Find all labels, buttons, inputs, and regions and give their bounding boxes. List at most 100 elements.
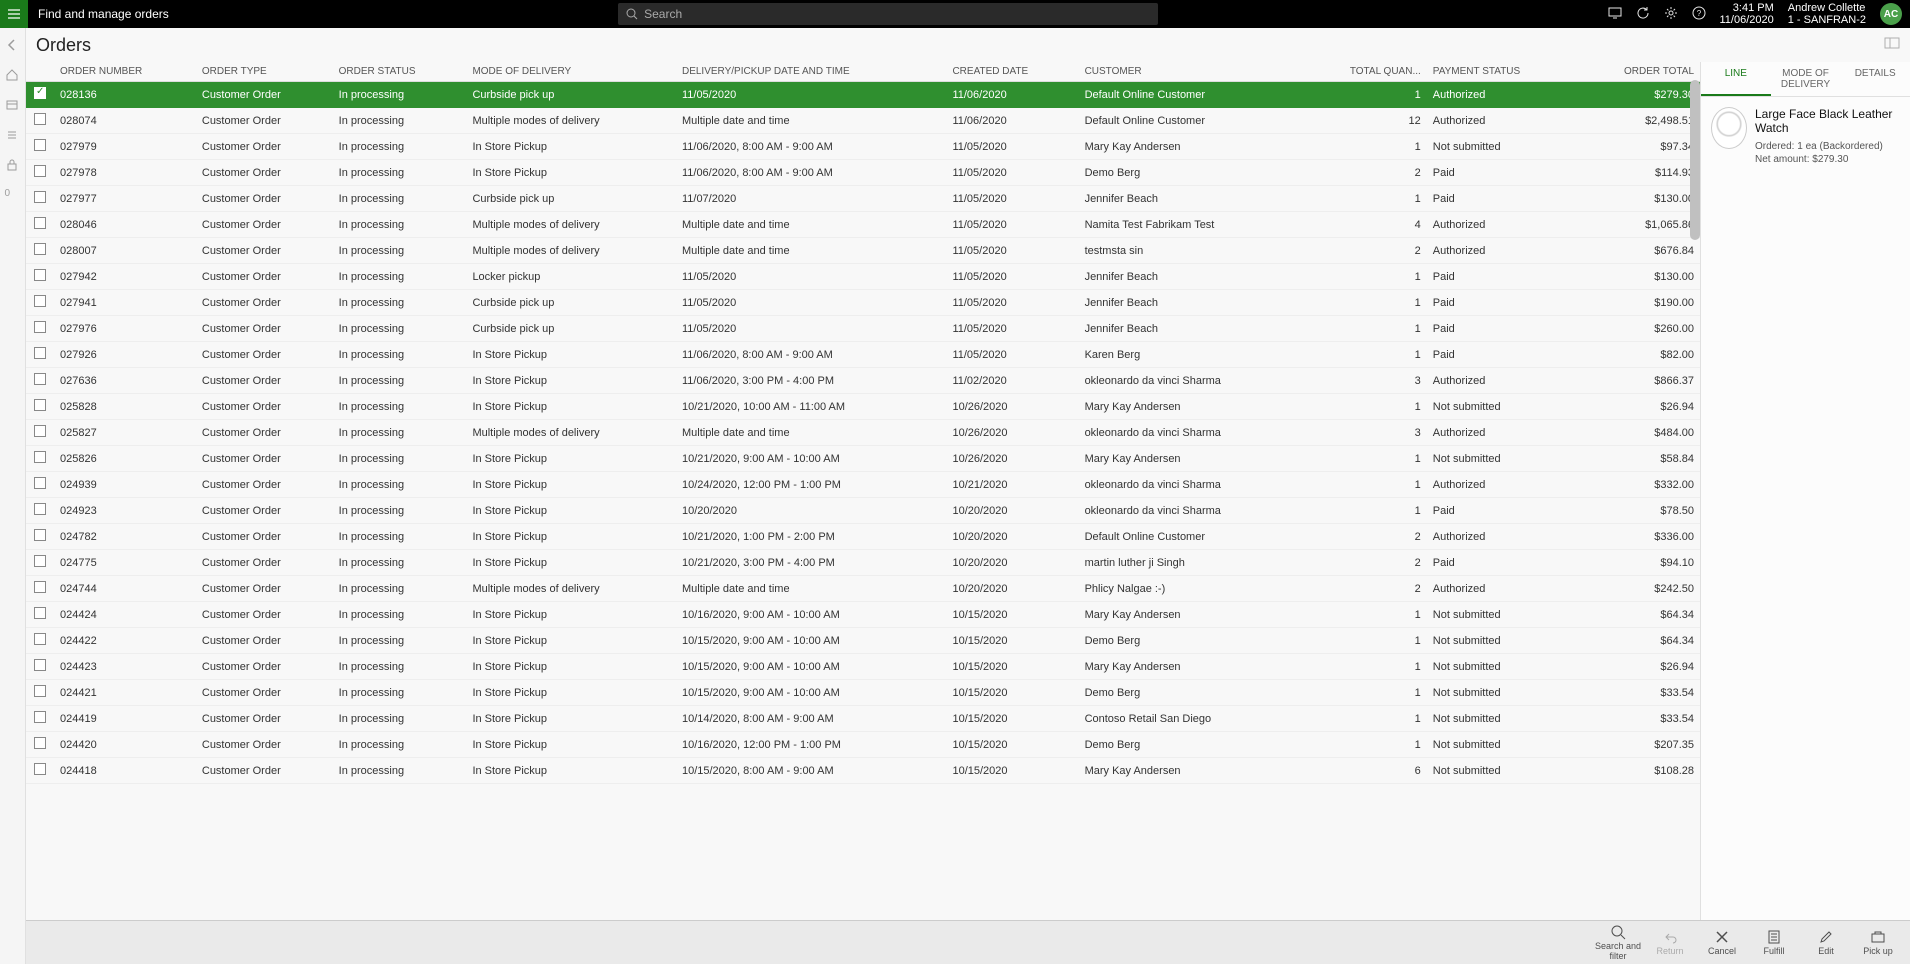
cell-delivery-dt: 10/21/2020, 3:00 PM - 4:00 PM: [676, 550, 946, 576]
table-row[interactable]: 024775Customer OrderIn processingIn Stor…: [26, 550, 1700, 576]
cell-customer: Mary Kay Andersen: [1079, 758, 1302, 784]
cell-order-status: In processing: [333, 472, 467, 498]
table-row[interactable]: 027636Customer OrderIn processingIn Stor…: [26, 368, 1700, 394]
col-created[interactable]: CREATED DATE: [946, 62, 1078, 82]
col-mode[interactable]: MODE OF DELIVERY: [466, 62, 676, 82]
row-checkbox[interactable]: [34, 607, 46, 619]
col-customer[interactable]: CUSTOMER: [1079, 62, 1302, 82]
row-checkbox[interactable]: [34, 139, 46, 151]
table-row[interactable]: 024421Customer OrderIn processingIn Stor…: [26, 680, 1700, 706]
edit-button[interactable]: Edit: [1800, 924, 1852, 961]
search-input[interactable]: Search: [618, 3, 1158, 25]
row-checkbox[interactable]: [34, 347, 46, 359]
row-checkbox[interactable]: [34, 503, 46, 515]
row-checkbox[interactable]: [34, 685, 46, 697]
row-checkbox[interactable]: [34, 633, 46, 645]
col-total[interactable]: ORDER TOTAL: [1576, 62, 1700, 82]
row-checkbox[interactable]: [34, 581, 46, 593]
row-checkbox[interactable]: [34, 711, 46, 723]
scrollbar-thumb[interactable]: [1690, 80, 1700, 240]
table-row[interactable]: 028046Customer OrderIn processingMultipl…: [26, 212, 1700, 238]
cell-delivery-dt: 10/21/2020, 9:00 AM - 10:00 AM: [676, 446, 946, 472]
cell-total: $114.93: [1576, 160, 1700, 186]
refresh-icon[interactable]: [1636, 6, 1650, 23]
row-checkbox[interactable]: [34, 477, 46, 489]
cell-mode: In Store Pickup: [466, 368, 676, 394]
table-row[interactable]: 027979Customer OrderIn processingIn Stor…: [26, 134, 1700, 160]
cell-mode: Multiple modes of delivery: [466, 238, 676, 264]
gear-icon[interactable]: [1664, 6, 1678, 23]
list-icon[interactable]: [5, 128, 21, 144]
table-row[interactable]: 028074Customer OrderIn processingMultipl…: [26, 108, 1700, 134]
col-qty[interactable]: TOTAL QUAN...: [1302, 62, 1427, 82]
row-checkbox[interactable]: [34, 555, 46, 567]
row-checkbox[interactable]: [34, 295, 46, 307]
home-icon[interactable]: [5, 68, 21, 84]
table-row[interactable]: 025827Customer OrderIn processingMultipl…: [26, 420, 1700, 446]
row-checkbox[interactable]: [34, 425, 46, 437]
row-checkbox[interactable]: [34, 659, 46, 671]
search-button[interactable]: Search and filter: [1592, 924, 1644, 961]
help-icon[interactable]: ?: [1692, 6, 1706, 23]
table-row[interactable]: 024422Customer OrderIn processingIn Stor…: [26, 628, 1700, 654]
col-order-number[interactable]: ORDER NUMBER: [54, 62, 196, 82]
cancel-button[interactable]: Cancel: [1696, 924, 1748, 961]
table-row[interactable]: 024744Customer OrderIn processingMultipl…: [26, 576, 1700, 602]
table-row[interactable]: 027976Customer OrderIn processingCurbsid…: [26, 316, 1700, 342]
cell-order-number: 024782: [54, 524, 196, 550]
row-checkbox[interactable]: [34, 399, 46, 411]
table-row[interactable]: 024418Customer OrderIn processingIn Stor…: [26, 758, 1700, 784]
row-checkbox[interactable]: [34, 269, 46, 281]
monitor-icon[interactable]: [1608, 6, 1622, 23]
table-row[interactable]: 028007Customer OrderIn processingMultipl…: [26, 238, 1700, 264]
table-row[interactable]: 027926Customer OrderIn processingIn Stor…: [26, 342, 1700, 368]
row-checkbox[interactable]: [34, 191, 46, 203]
table-row[interactable]: 024782Customer OrderIn processingIn Stor…: [26, 524, 1700, 550]
row-checkbox[interactable]: [34, 217, 46, 229]
pickup-button[interactable]: Pick up: [1852, 924, 1904, 961]
table-row[interactable]: 027942Customer OrderIn processingLocker …: [26, 264, 1700, 290]
col-payment[interactable]: PAYMENT STATUS: [1427, 62, 1577, 82]
orders-icon[interactable]: [5, 98, 21, 114]
cell-delivery-dt: Multiple date and time: [676, 420, 946, 446]
row-checkbox[interactable]: [34, 529, 46, 541]
col-checkbox[interactable]: [26, 62, 54, 82]
col-order-status[interactable]: ORDER STATUS: [333, 62, 467, 82]
lock-icon[interactable]: [5, 158, 21, 174]
table-row[interactable]: 025826Customer OrderIn processingIn Stor…: [26, 446, 1700, 472]
cell-order-number: 024939: [54, 472, 196, 498]
table-row[interactable]: 024424Customer OrderIn processingIn Stor…: [26, 602, 1700, 628]
row-checkbox[interactable]: [34, 113, 46, 125]
expand-icon[interactable]: [1884, 36, 1900, 54]
tab-line[interactable]: LINE: [1701, 62, 1771, 96]
col-delivery-dt[interactable]: DELIVERY/PICKUP DATE AND TIME: [676, 62, 946, 82]
cell-customer: okleonardo da vinci Sharma: [1079, 472, 1302, 498]
col-order-type[interactable]: ORDER TYPE: [196, 62, 333, 82]
table-row[interactable]: 027977Customer OrderIn processingCurbsid…: [26, 186, 1700, 212]
tab-mode-of-delivery[interactable]: MODE OF DELIVERY: [1771, 62, 1841, 96]
avatar[interactable]: AC: [1880, 3, 1902, 25]
row-checkbox[interactable]: [34, 243, 46, 255]
table-row[interactable]: 024423Customer OrderIn processingIn Stor…: [26, 654, 1700, 680]
count-badge[interactable]: 0: [5, 188, 21, 204]
row-checkbox[interactable]: [34, 165, 46, 177]
orders-table-wrap[interactable]: ORDER NUMBER ORDER TYPE ORDER STATUS MOD…: [26, 62, 1700, 920]
table-row[interactable]: 024419Customer OrderIn processingIn Stor…: [26, 706, 1700, 732]
table-row[interactable]: 024420Customer OrderIn processingIn Stor…: [26, 732, 1700, 758]
row-checkbox[interactable]: [34, 87, 46, 99]
row-checkbox[interactable]: [34, 451, 46, 463]
table-row[interactable]: 025828Customer OrderIn processingIn Stor…: [26, 394, 1700, 420]
table-row[interactable]: 024923Customer OrderIn processingIn Stor…: [26, 498, 1700, 524]
row-checkbox[interactable]: [34, 737, 46, 749]
table-row[interactable]: 024939Customer OrderIn processingIn Stor…: [26, 472, 1700, 498]
table-row[interactable]: 027941Customer OrderIn processingCurbsid…: [26, 290, 1700, 316]
table-row[interactable]: 027978Customer OrderIn processingIn Stor…: [26, 160, 1700, 186]
row-checkbox[interactable]: [34, 373, 46, 385]
back-arrow-icon[interactable]: [5, 38, 21, 54]
fulfill-button[interactable]: Fulfill: [1748, 924, 1800, 961]
tab-details[interactable]: DETAILS: [1840, 62, 1910, 96]
table-row[interactable]: 028136Customer OrderIn processingCurbsid…: [26, 82, 1700, 108]
row-checkbox[interactable]: [34, 763, 46, 775]
hamburger-button[interactable]: [0, 0, 28, 28]
row-checkbox[interactable]: [34, 321, 46, 333]
